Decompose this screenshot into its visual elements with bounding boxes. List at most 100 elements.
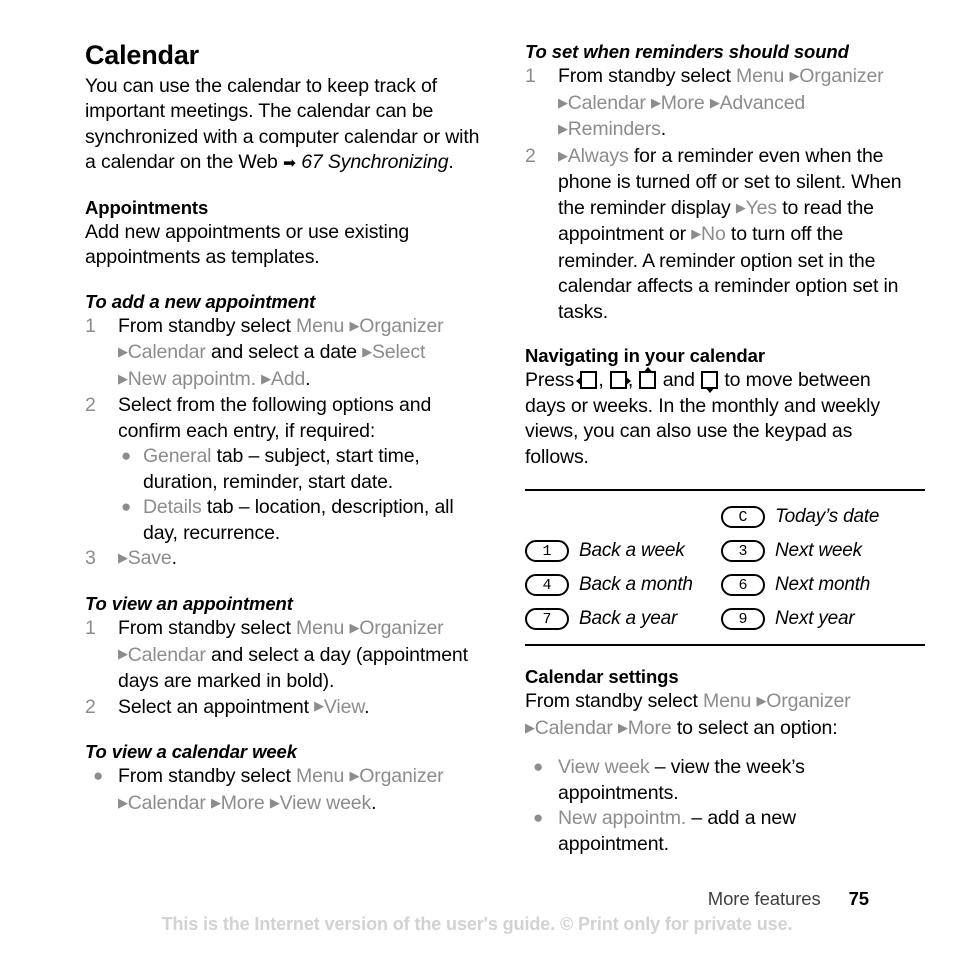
- path-arrow-icon: [618, 717, 628, 739]
- path-arrow-icon: [362, 341, 372, 363]
- path-arrow-icon: [270, 792, 280, 814]
- cross-reference-arrow-icon: [283, 155, 296, 172]
- nav-right-key-icon: [609, 371, 631, 390]
- keypad-shortcut-table: C Today’s date 1 Back a week 3 Next week…: [525, 489, 925, 647]
- ui-option-no[interactable]: No: [701, 223, 726, 245]
- keycap-6[interactable]: 6: [721, 574, 765, 597]
- calendar-settings-path: From standby select Menu Organizer Calen…: [525, 689, 905, 742]
- keycap-label: Back a year: [579, 608, 678, 630]
- step-end-period: .: [305, 367, 311, 390]
- ui-path-reminders[interactable]: Reminders: [568, 118, 661, 140]
- list-item: ● New appointm. – add a new appointment.: [525, 806, 905, 857]
- navigating-heading: Navigating in your calendar: [525, 345, 765, 367]
- step-number: 1: [525, 65, 536, 88]
- ui-path-select[interactable]: Select: [372, 341, 425, 363]
- ui-path-calendar[interactable]: Calendar: [128, 792, 206, 814]
- page-title: Calendar: [85, 40, 199, 70]
- page-footer: More features 75: [708, 888, 869, 910]
- path-arrow-icon: [525, 717, 535, 739]
- ui-path-more[interactable]: More: [221, 792, 265, 814]
- step-number: 1: [85, 617, 96, 639]
- step-end-period: .: [171, 547, 177, 570]
- ui-path-calendar[interactable]: Calendar: [128, 644, 206, 666]
- ui-path-organizer[interactable]: Organizer: [799, 65, 883, 87]
- path-arrow-icon: [558, 145, 568, 167]
- bullet-icon: ●: [121, 446, 132, 466]
- keycap-4[interactable]: 4: [525, 574, 569, 597]
- calendar-settings-heading: Calendar settings: [525, 666, 679, 688]
- step-mid-text: and select a date: [205, 341, 363, 364]
- ui-option-view-week[interactable]: View week: [558, 756, 650, 778]
- path-arrow-icon: [211, 792, 221, 814]
- cross-reference-link[interactable]: 67 Synchronizing: [301, 151, 448, 173]
- ui-path-organizer[interactable]: Organizer: [359, 765, 443, 787]
- ui-path-calendar[interactable]: Calendar: [568, 92, 646, 114]
- right-column: To set when reminders should sound 1 Fro…: [525, 40, 925, 857]
- ui-path-save[interactable]: Save: [128, 547, 172, 569]
- ui-path-view[interactable]: View: [324, 696, 364, 718]
- ui-option-always[interactable]: Always: [568, 145, 629, 167]
- path-arrow-icon: [558, 92, 568, 114]
- path-arrow-icon: [118, 368, 128, 390]
- page-number: 75: [848, 888, 869, 909]
- ui-path-more[interactable]: More: [628, 717, 672, 739]
- ui-path-organizer[interactable]: Organizer: [359, 315, 443, 337]
- navigating-text: Press , , and to move between days or we…: [525, 367, 905, 470]
- ui-path-organizer[interactable]: Organizer: [766, 690, 850, 712]
- ui-path-menu[interactable]: Menu: [703, 690, 751, 712]
- ui-path-new-appointm[interactable]: New appointm.: [128, 368, 256, 390]
- settings-tail-text: to select an option:: [671, 716, 838, 739]
- path-arrow-icon: [789, 65, 799, 87]
- step-item: 1 From standby select Menu Organizer Cal…: [85, 616, 485, 695]
- path-arrow-icon: [558, 118, 568, 140]
- settings-lead-text: From standby select: [525, 690, 703, 713]
- path-arrow-icon: [118, 792, 128, 814]
- keycap-c[interactable]: C: [721, 506, 765, 529]
- table-cell: 6 Next month: [721, 574, 925, 597]
- keycap-9[interactable]: 9: [721, 608, 765, 631]
- ui-path-view-week[interactable]: View week: [280, 792, 372, 814]
- path-arrow-icon: [261, 368, 271, 390]
- step-text: Select from the following options and co…: [118, 394, 432, 442]
- ui-path-menu[interactable]: Menu: [296, 315, 344, 337]
- ui-path-advanced[interactable]: Advanced: [720, 92, 806, 114]
- table-row: 1 Back a week 3 Next week: [525, 534, 925, 568]
- list-item: ● View week – view the week’s appointmen…: [525, 755, 905, 806]
- appointments-text: Add new appointments or use existing app…: [85, 220, 410, 269]
- ui-tab-general[interactable]: General: [143, 445, 211, 467]
- step-number: 2: [85, 394, 96, 417]
- path-arrow-icon: [118, 341, 128, 363]
- table-cell: 4 Back a month: [525, 574, 721, 597]
- calendar-intro-paragraph: You can use the calendar to keep track o…: [85, 74, 485, 177]
- ui-path-menu[interactable]: Menu: [736, 65, 784, 87]
- ui-option-yes[interactable]: Yes: [746, 197, 778, 219]
- bullet-icon: ●: [533, 757, 544, 777]
- keycap-label: Next year: [775, 608, 855, 630]
- nav-down-key-icon: [701, 371, 719, 394]
- calendar-settings-options: ● View week – view the week’s appointmen…: [525, 755, 905, 857]
- view-appointment-heading: To view an appointment: [85, 592, 293, 614]
- table-cell: 3 Next week: [721, 540, 925, 563]
- ui-path-add[interactable]: Add: [271, 368, 305, 390]
- keycap-3[interactable]: 3: [721, 540, 765, 563]
- keycap-7[interactable]: 7: [525, 608, 569, 631]
- keycap-label: Back a week: [579, 540, 685, 562]
- step-end-period: .: [660, 118, 666, 141]
- ui-path-menu[interactable]: Menu: [296, 765, 344, 787]
- add-appointment-heading: To add a new appointment: [85, 290, 316, 312]
- ui-option-new-appointm[interactable]: New appointm.: [558, 807, 686, 829]
- ui-path-menu[interactable]: Menu: [296, 617, 344, 639]
- keycap-1[interactable]: 1: [525, 540, 569, 563]
- ui-path-calendar[interactable]: Calendar: [128, 341, 206, 363]
- table-row: 7 Back a year 9 Next year: [525, 602, 925, 636]
- ui-tab-details[interactable]: Details: [143, 496, 202, 518]
- ui-path-calendar[interactable]: Calendar: [535, 717, 613, 739]
- ui-path-more[interactable]: More: [661, 92, 705, 114]
- ui-path-organizer[interactable]: Organizer: [359, 617, 443, 639]
- list-item: ● Details tab – location, description, a…: [118, 495, 485, 546]
- table-row: 4 Back a month 6 Next month: [525, 568, 925, 602]
- appointments-heading: Appointments: [85, 196, 209, 218]
